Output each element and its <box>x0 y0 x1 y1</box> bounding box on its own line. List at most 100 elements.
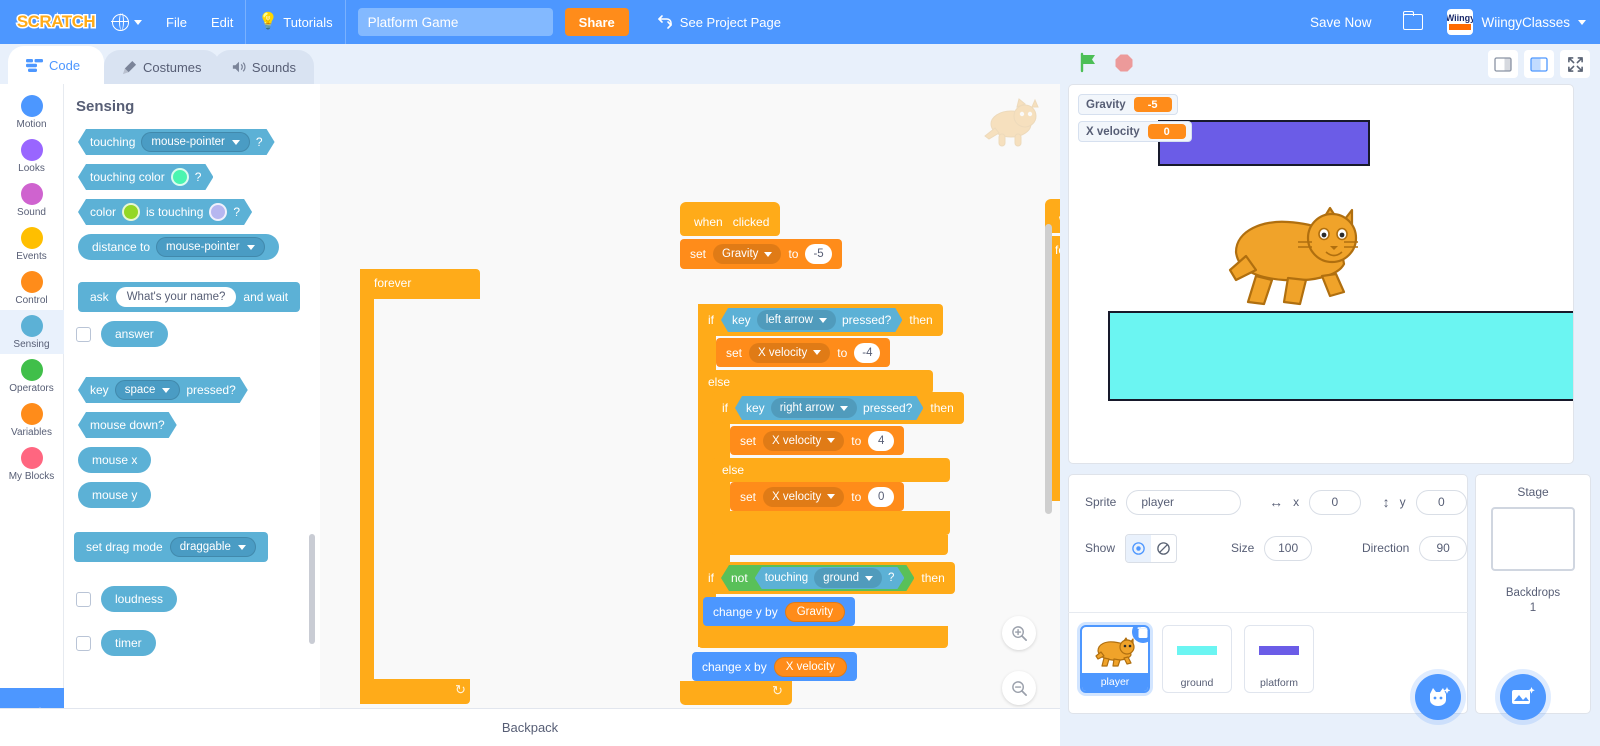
choose-backdrop-button[interactable] <box>1500 674 1546 720</box>
category-sensing[interactable]: Sensing <box>0 310 64 354</box>
color-swatch-icon-a[interactable] <box>122 203 140 221</box>
monitor-gravity[interactable]: Gravity -5 <box>1078 94 1178 115</box>
stage[interactable]: Gravity -5 X velocity 0 <box>1068 84 1574 464</box>
sprite-item-platform[interactable]: platform <box>1244 625 1314 693</box>
drag-mode-dropdown[interactable]: draggable <box>169 537 256 557</box>
category-my-blocks[interactable]: My Blocks <box>0 442 64 486</box>
block-palette[interactable]: Sensing touching mouse-pointer ? touchin… <box>64 84 320 746</box>
block-mouse-down[interactable]: mouse down? <box>78 412 177 438</box>
large-stage-button[interactable] <box>1524 50 1554 78</box>
gravity-value-input[interactable]: -5 <box>805 244 832 264</box>
timer-monitor-checkbox[interactable] <box>76 635 91 651</box>
block-set-drag-mode[interactable]: set drag mode draggable <box>74 532 268 562</box>
canvas-vertical-scrollbar[interactable] <box>1045 224 1052 514</box>
fullscreen-button[interactable] <box>1560 50 1590 78</box>
sprite-item-ground[interactable]: ground <box>1162 625 1232 693</box>
block-touching[interactable]: touching mouse-pointer ? <box>78 129 275 155</box>
zoom-in-button[interactable] <box>1002 616 1036 650</box>
change-x-by-xvel-block[interactable]: change x by X velocity <box>692 652 857 681</box>
if-right-arrow-block[interactable]: if key right arrow pressed? then <box>712 392 964 424</box>
block-touching-color[interactable]: touching color ? <box>78 164 213 190</box>
sprite-name-input[interactable]: player <box>1126 489 1242 515</box>
xvel-dropdown-2[interactable]: X velocity <box>763 430 845 451</box>
tab-costumes[interactable]: Costumes <box>104 50 220 84</box>
if-left-arrow-block[interactable]: if key left arrow pressed? then <box>698 304 943 336</box>
xvel-variable-reporter[interactable]: X velocity <box>773 656 847 677</box>
not-operator-block[interactable]: not touching ground ? <box>721 565 914 591</box>
gravity-variable-dropdown[interactable]: Gravity <box>713 244 782 264</box>
xvel-value-input-3[interactable]: 0 <box>868 486 895 507</box>
account-menu[interactable]: Wiingy WiingyClasses <box>1439 9 1600 35</box>
green-flag-button[interactable] <box>1078 52 1100 76</box>
scratch-logo[interactable]: SCRATCH <box>12 9 100 35</box>
block-mouse-x[interactable]: mouse x <box>78 447 152 473</box>
block-mouse-y[interactable]: mouse y <box>78 482 152 508</box>
stage-backdrop-thumb[interactable] <box>1491 507 1575 571</box>
category-motion[interactable]: Motion <box>0 90 64 134</box>
sprite-y-input[interactable]: 0 <box>1415 489 1467 515</box>
if-not-touching-ground-block[interactable]: if not touching ground ? then <box>698 562 955 594</box>
category-sound[interactable]: Sound <box>0 178 64 222</box>
project-title-input[interactable] <box>357 8 553 36</box>
key-left-arrow-pressed[interactable]: key left arrow pressed? <box>721 308 902 332</box>
tab-sounds[interactable]: Sounds <box>214 50 314 84</box>
share-button[interactable]: Share <box>564 8 629 36</box>
see-project-page-button[interactable]: See Project Page <box>643 0 795 44</box>
sprite-direction-input[interactable]: 90 <box>1419 535 1467 561</box>
tutorials-menu[interactable]: 💡 Tutorials <box>246 0 344 44</box>
change-y-by-gravity-block[interactable]: change y by Gravity <box>703 597 856 626</box>
code-canvas[interactable]: forever ↻ when clicked set Gravity to -5… <box>320 84 1060 746</box>
block-key-pressed[interactable]: key space pressed? <box>78 377 248 403</box>
category-operators[interactable]: Operators <box>0 354 64 398</box>
block-answer[interactable]: answer <box>101 321 168 347</box>
loudness-monitor-checkbox[interactable] <box>76 591 91 607</box>
save-now-button[interactable]: Save Now <box>1294 15 1388 30</box>
xvel-dropdown-3[interactable]: X velocity <box>763 486 845 507</box>
stage-player-sprite[interactable] <box>1226 190 1361 315</box>
small-stage-button[interactable] <box>1488 50 1518 78</box>
category-events[interactable]: Events <box>0 222 64 266</box>
block-distance-to[interactable]: distance to mouse-pointer <box>78 234 279 260</box>
stop-button[interactable] <box>1114 53 1134 76</box>
touching-target-dropdown[interactable]: mouse-pointer <box>141 132 250 152</box>
zoom-out-button[interactable] <box>1002 671 1036 705</box>
palette-scrollbar[interactable] <box>309 534 315 644</box>
gravity-variable-reporter[interactable]: Gravity <box>784 601 846 622</box>
stage-ground-sprite[interactable] <box>1108 311 1573 401</box>
file-menu[interactable]: File <box>154 0 199 44</box>
color-swatch-icon-b[interactable] <box>209 203 227 221</box>
sprite-item-player[interactable]: player <box>1080 625 1150 693</box>
show-sprite-button[interactable] <box>1126 534 1151 562</box>
set-gravity-block[interactable]: set Gravity to -5 <box>680 239 842 269</box>
set-xvel-left-block[interactable]: set X velocity to -4 <box>716 338 891 367</box>
key-dropdown[interactable]: space <box>115 380 181 400</box>
distance-target-dropdown[interactable]: mouse-pointer <box>156 237 265 257</box>
my-stuff-icon[interactable] <box>1403 11 1424 30</box>
category-variables[interactable]: Variables <box>0 398 64 442</box>
xvel-dropdown-1[interactable]: X velocity <box>749 342 831 363</box>
xvel-value-input-1[interactable]: -4 <box>854 342 881 363</box>
block-loudness[interactable]: loudness <box>101 586 178 612</box>
sprite-x-input[interactable]: 0 <box>1309 489 1361 515</box>
set-xvel-right-block[interactable]: set X velocity to 4 <box>730 426 905 455</box>
key-right-arrow-pressed[interactable]: key right arrow pressed? <box>735 396 923 420</box>
category-looks[interactable]: Looks <box>0 134 64 178</box>
right-arrow-dropdown[interactable]: right arrow <box>771 398 857 418</box>
touching-ground-dropdown[interactable]: ground <box>814 568 882 588</box>
choose-sprite-button[interactable] <box>1415 674 1461 720</box>
tab-code[interactable]: Code <box>8 46 104 84</box>
block-timer[interactable]: timer <box>101 630 156 656</box>
when-flag-clicked-left[interactable]: when clicked <box>680 202 780 236</box>
edit-menu[interactable]: Edit <box>199 0 245 44</box>
block-color-is-touching[interactable]: color is touching ? <box>78 199 252 225</box>
block-ask-and-wait[interactable]: ask What's your name? and wait <box>78 282 301 312</box>
category-control[interactable]: Control <box>0 266 64 310</box>
color-swatch-icon[interactable] <box>171 168 189 186</box>
language-menu[interactable] <box>100 0 154 44</box>
answer-monitor-checkbox[interactable] <box>76 326 91 342</box>
touching-ground-block[interactable]: touching ground ? <box>755 567 905 589</box>
monitor-x-velocity[interactable]: X velocity 0 <box>1078 121 1192 142</box>
xvel-value-input-2[interactable]: 4 <box>868 430 895 451</box>
backpack-bar[interactable]: Backpack <box>0 708 1060 746</box>
sprite-size-input[interactable]: 100 <box>1264 535 1312 561</box>
